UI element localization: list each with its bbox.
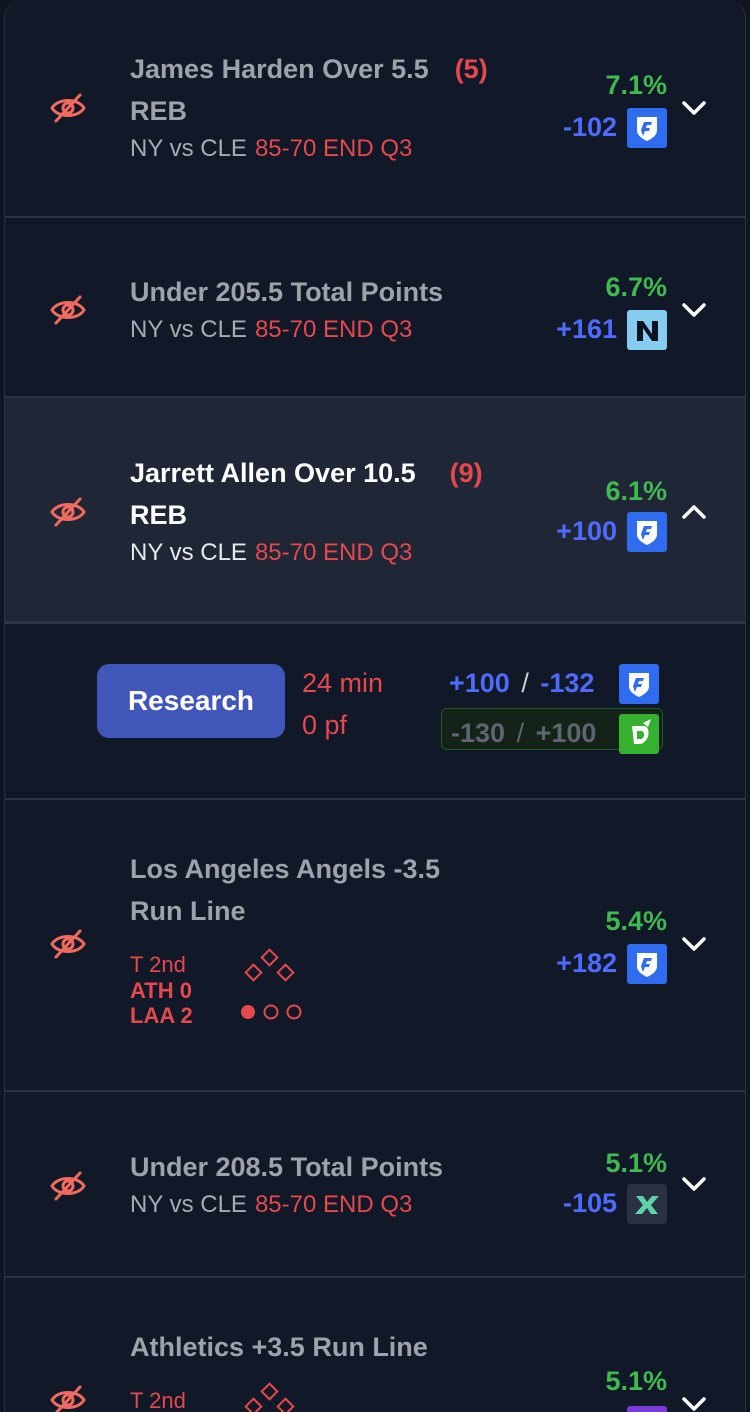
chevron-down-icon[interactable] (681, 1176, 707, 1192)
game-info: NY vs CLE 85-70 END Q3 (130, 1190, 412, 1220)
research-button[interactable]: Research (97, 664, 285, 738)
bases-diamond-icon (244, 948, 295, 982)
odds-value: +161 (556, 314, 617, 344)
hide-icon[interactable] (49, 92, 87, 124)
edge-percent: 5.1% (605, 1366, 667, 1396)
edge-percent: 6.7% (605, 272, 667, 302)
bet-title: Los Angeles Angels -3.5 Run Line (130, 854, 441, 926)
chevron-up-icon[interactable] (681, 504, 707, 520)
bet-count: (5) (454, 54, 488, 84)
bet-row[interactable]: Under 208.5 Total Points NY vs CLE 85-70 … (5, 1092, 745, 1278)
draftkings-icon (619, 714, 659, 754)
hide-icon[interactable] (49, 1384, 87, 1412)
outs-indicator-icon (241, 1004, 302, 1020)
teams-label: NY vs CLE (130, 539, 247, 566)
game-info: NY vs CLE 85-70 END Q3 (130, 134, 412, 164)
edge-percent: 6.1% (605, 476, 667, 506)
chevron-down-icon[interactable] (681, 936, 707, 952)
chevron-down-icon[interactable] (681, 1396, 707, 1412)
odds-value: +182 (556, 948, 617, 978)
score-label: 85-70 END Q3 (254, 316, 413, 343)
minutes-stat: 24 min (302, 668, 384, 698)
bet-title: Jarrett Allen Over 10.5 (9) REB (130, 458, 483, 530)
fanduel-line: +100 / -132 (449, 668, 595, 698)
bet-title: James Harden Over 5.5 (5) REB (130, 54, 488, 126)
game-info: NY vs CLE 85-70 END Q3 (130, 315, 412, 345)
hide-icon[interactable] (49, 496, 87, 528)
hide-icon[interactable] (49, 294, 87, 326)
bet-title: Under 205.5 Total Points (130, 277, 444, 307)
inning-label: T 2nd (130, 1388, 186, 1412)
bet-row[interactable]: James Harden Over 5.5 (5) REB NY vs CLE 85… (5, 0, 745, 218)
teams-label: NY vs CLE (130, 135, 247, 162)
bet-title: Under 208.5 Total Points (130, 1152, 444, 1182)
odds-value: -102 (562, 112, 617, 142)
fanduel-icon (627, 512, 667, 552)
bet-count: (9) (449, 458, 483, 488)
sportsbook-icon (627, 1406, 667, 1412)
bases-diamond-icon (244, 1382, 295, 1412)
draftkings-line: -130 / +100 (451, 718, 597, 748)
home-score: LAA 2 (130, 1003, 193, 1028)
bet-row[interactable]: Los Angeles Angels -3.5 Run Line T 2nd A… (5, 800, 745, 1092)
bet-feed: James Harden Over 5.5 (5) REB NY vs CLE 85… (4, 0, 746, 1412)
edge-percent: 7.1% (605, 70, 667, 100)
edge-percent: 5.4% (605, 906, 667, 936)
score-label: 85-70 END Q3 (254, 135, 413, 162)
bet-row[interactable]: Athletics +3.5 Run Line T 2nd 5.1% (5, 1278, 746, 1412)
chevron-down-icon[interactable] (681, 100, 707, 116)
hide-icon[interactable] (49, 1170, 87, 1202)
chevron-down-icon[interactable] (681, 302, 707, 318)
teams-label: NY vs CLE (130, 1191, 247, 1218)
hide-icon[interactable] (49, 928, 87, 960)
edge-percent: 5.1% (605, 1148, 667, 1178)
bet-row[interactable]: Under 205.5 Total Points NY vs CLE 85-70 … (5, 218, 745, 398)
teams-label: NY vs CLE (130, 316, 247, 343)
odds-value: +100 (556, 516, 617, 546)
game-info: NY vs CLE 85-70 END Q3 (130, 538, 412, 568)
away-score: ATH 0 (130, 978, 192, 1003)
bet-title: Athletics +3.5 Run Line (130, 1332, 428, 1362)
novig-icon (627, 310, 667, 350)
fouls-stat: 0 pf (302, 710, 348, 740)
score-label: 85-70 END Q3 (254, 1191, 413, 1218)
bet-row-expanded[interactable]: Jarrett Allen Over 10.5 (9) REB NY vs CLE… (5, 398, 745, 624)
odds-value: -105 (562, 1188, 617, 1218)
score-label: 85-70 END Q3 (254, 539, 413, 566)
fanduel-icon (619, 664, 659, 704)
fanduel-icon (627, 108, 667, 148)
bet-detail-panel: Research 24 min 0 pf +100 / -132 -130 / … (5, 624, 745, 800)
fanduel-icon (627, 944, 667, 984)
inning-label: T 2nd (130, 952, 186, 977)
fliff-icon (627, 1184, 667, 1224)
